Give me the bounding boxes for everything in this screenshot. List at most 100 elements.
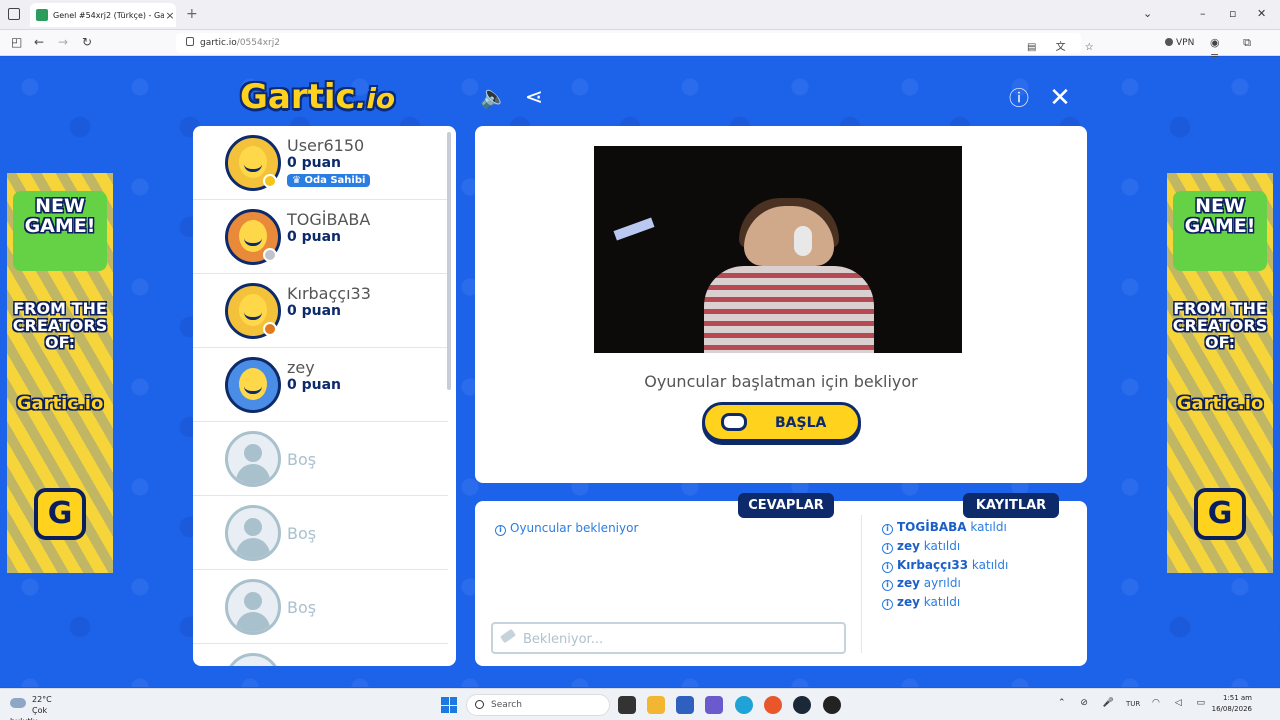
minimize-icon[interactable]: –: [1200, 7, 1206, 20]
ad-new-game-text: NEW GAME!: [1184, 195, 1256, 237]
ad-new-game-text: NEW GAME!: [24, 195, 96, 237]
forward-icon[interactable]: →: [58, 35, 68, 49]
ad-creators-text: FROM THE CREATORS OF:: [12, 299, 108, 352]
edge-icon[interactable]: [735, 696, 753, 714]
browser-tab-bar: Genel #54xrj2 (Türkçe) - Gartic.i × + ⌄ …: [0, 0, 1280, 30]
info-icon: i: [882, 524, 893, 535]
store-icon[interactable]: [676, 696, 694, 714]
player-row[interactable]: User6150 0 puan ♛ Oda Sahibi: [193, 126, 448, 200]
tab-logs[interactable]: KAYITLAR: [963, 493, 1059, 518]
start-button-label: BAŞLA: [775, 415, 827, 431]
vpn-icon: [1165, 38, 1173, 46]
info-icon[interactable]: ⓘ: [1006, 85, 1032, 111]
close-icon[interactable]: ✕: [1047, 85, 1073, 111]
player-score: 0 puan: [287, 155, 342, 171]
taskbar-search[interactable]: Search: [466, 694, 610, 716]
restore-icon[interactable]: ▫: [1229, 7, 1236, 20]
left-ad-banner[interactable]: NEW GAME! FROM THE CREATORS OF: Gartic.i…: [7, 173, 113, 573]
network-sound-battery-icons[interactable]: ◠ ◁ ▭: [1152, 698, 1211, 708]
windows-start-icon[interactable]: [441, 697, 457, 713]
player-row[interactable]: zey 0 puan: [193, 348, 448, 422]
teams-icon[interactable]: [705, 696, 723, 714]
waiting-message: Oyuncular başlatman için bekliyor: [644, 372, 918, 391]
info-icon: i: [495, 525, 506, 536]
player-score: 0 puan: [287, 229, 342, 245]
tab-answers[interactable]: CEVAPLAR: [738, 493, 834, 518]
url-path: /0554xrj2: [236, 38, 280, 48]
file-explorer-icon[interactable]: [647, 696, 665, 714]
vpn-button[interactable]: VPN: [1165, 38, 1194, 48]
player-name: Kırbaççı33: [287, 284, 371, 303]
chat-divider: [861, 515, 862, 653]
close-window-icon[interactable]: ✕: [1257, 7, 1266, 20]
steam-icon[interactable]: [793, 696, 811, 714]
log-item: i Kırbaççı33 katıldı: [882, 558, 1072, 577]
game-page: Gartic.io 🔈 ⋖ ⓘ ✕ NEW GAME! FROM THE CRE…: [0, 57, 1280, 687]
task-view-icon[interactable]: [618, 696, 636, 714]
log-item: i TOGİBABA katıldı: [882, 520, 1072, 539]
chat-panel: CEVAPLAR KAYITLAR i Oyuncular bekleniyor …: [475, 493, 1087, 666]
player-name: TOGİBABA: [287, 210, 371, 229]
log-list: i TOGİBABA katıldı i zey katıldı i Kırbaççı…: [882, 520, 1072, 614]
reload-icon[interactable]: ↻: [82, 35, 92, 49]
tab-list-icon[interactable]: ⌄: [1143, 7, 1152, 20]
answers-status: i Oyuncular bekleniyor: [495, 521, 638, 536]
info-icon: i: [882, 542, 893, 554]
site-info-icon[interactable]: [186, 37, 194, 46]
player-row[interactable]: TOGİBABA 0 puan: [193, 200, 448, 274]
empty-avatar-icon: [225, 431, 281, 487]
game-stage: Oyuncular başlatman için bekliyor BAŞLA: [475, 126, 1087, 483]
answer-input[interactable]: [523, 629, 833, 649]
players-list[interactable]: User6150 0 puan ♛ Oda Sahibi TOGİBABA 0 …: [193, 126, 456, 666]
search-icon: [475, 700, 484, 709]
firefox-icon[interactable]: [764, 696, 782, 714]
info-icon: i: [882, 599, 893, 611]
room-owner-badge: ♛ Oda Sahibi: [287, 174, 371, 187]
clock[interactable]: 1:51 am 16/08/2026: [1204, 693, 1252, 715]
sidebar-icon[interactable]: ◰: [11, 35, 22, 49]
pencil-icon: [499, 628, 517, 644]
weather-widget[interactable]: 22°C Çok bulutlu: [10, 694, 56, 720]
player-avatar: [225, 357, 281, 413]
back-icon[interactable]: ←: [34, 35, 44, 49]
empty-avatar-icon: [225, 579, 281, 635]
tab-title: Genel #54xrj2 (Türkçe) - Gartic.i: [53, 10, 164, 20]
empty-avatar-icon: [225, 653, 281, 666]
empty-slot: [193, 644, 448, 666]
player-status-dot: [263, 248, 277, 262]
ad-gartic-text: Gartic.io: [16, 393, 104, 414]
url-field[interactable]: gartic.io/0554xrj2: [176, 33, 1081, 53]
empty-slot: Boş: [193, 422, 448, 496]
sound-icon[interactable]: 🔈: [480, 85, 507, 111]
system-tray-icons[interactable]: ⌃ ⊘ 🎤: [1058, 698, 1120, 708]
player-row[interactable]: Kırbaççı33 0 puan: [193, 274, 448, 348]
window-menu-icon[interactable]: [8, 8, 20, 20]
page-actions-icons[interactable]: ▤ 文 ☆: [1027, 38, 1102, 53]
log-item: i zey katıldı: [882, 595, 1072, 614]
ad-gartic-text: Gartic.io: [1176, 393, 1264, 414]
players-scrollbar[interactable]: [447, 132, 451, 390]
player-status-dot: [263, 322, 277, 336]
ad-g-badge-icon: G: [1194, 488, 1246, 540]
empty-slot: Boş: [193, 570, 448, 644]
empty-slot-label: Boş: [287, 598, 317, 617]
favicon-icon: [36, 9, 48, 21]
app-icon[interactable]: [823, 696, 841, 714]
language-indicator[interactable]: TUR: [1126, 700, 1140, 708]
browser-tab[interactable]: Genel #54xrj2 (Türkçe) - Gartic.i ×: [30, 3, 176, 27]
share-icon[interactable]: ⋖: [521, 85, 547, 111]
player-name: User6150: [287, 136, 365, 155]
info-icon: i: [882, 561, 893, 573]
answer-box[interactable]: [491, 622, 846, 654]
gartic-logo[interactable]: Gartic.io: [240, 77, 395, 117]
right-ad-banner[interactable]: NEW GAME! FROM THE CREATORS OF: Gartic.i…: [1167, 173, 1273, 573]
log-item: i zey ayrıldı: [882, 576, 1072, 595]
empty-slot-label: Boş: [287, 450, 317, 469]
new-tab-icon[interactable]: +: [186, 6, 198, 22]
empty-slot-label: Boş: [287, 524, 317, 543]
close-tab-icon[interactable]: ×: [164, 9, 176, 22]
webcam-video[interactable]: [594, 146, 962, 353]
player-status-dot: [263, 174, 277, 188]
start-button[interactable]: BAŞLA: [702, 402, 861, 442]
gamepad-icon: [721, 413, 747, 431]
